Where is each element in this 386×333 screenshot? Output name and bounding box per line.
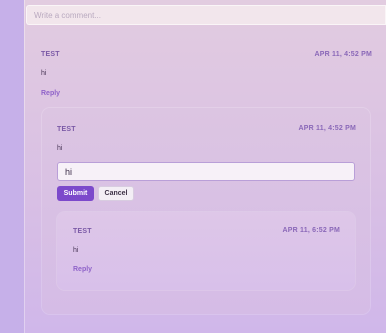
reply-link[interactable]: Reply	[41, 90, 60, 97]
nested-reply-date: APR 11, 6:52 PM	[282, 227, 340, 234]
reply-author: TEST	[57, 126, 76, 133]
comment-author: TEST	[41, 51, 60, 58]
nested-reply-body: hi	[73, 247, 79, 254]
reply-input[interactable]	[57, 162, 355, 181]
nested-reply-author: TEST	[73, 228, 92, 235]
cancel-button[interactable]: Cancel	[98, 186, 134, 201]
comment-body: hi	[41, 70, 47, 77]
submit-button[interactable]: Submit	[57, 186, 94, 201]
nested-reply-link[interactable]: Reply	[73, 266, 92, 273]
comment-date: APR 11, 4:52 PM	[314, 51, 372, 58]
reply-date: APR 11, 4:52 PM	[298, 125, 356, 132]
reply-body: hi	[57, 145, 63, 152]
comment-input[interactable]	[26, 5, 386, 25]
nested-reply-card	[57, 212, 355, 290]
